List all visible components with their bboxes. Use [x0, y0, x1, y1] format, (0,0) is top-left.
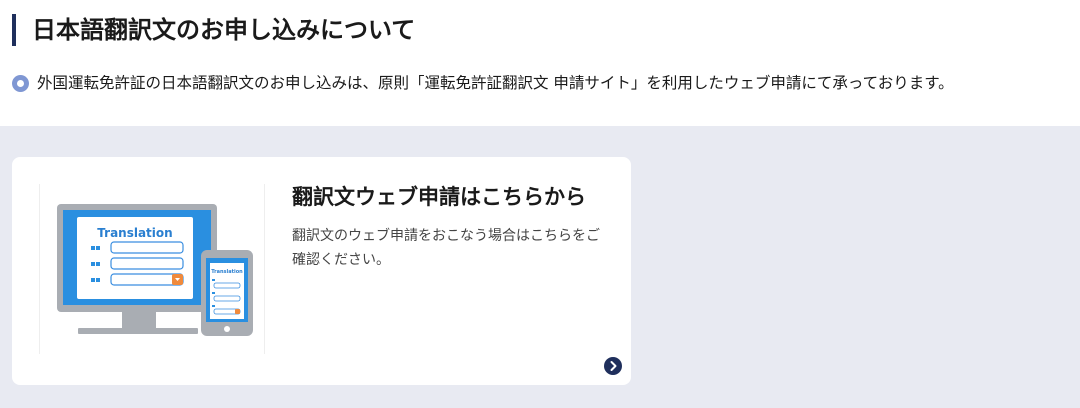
- monitor-label: Translation: [97, 226, 172, 240]
- page-title: 日本語翻訳文のお申し込みについて: [12, 14, 415, 46]
- chevron-right-icon[interactable]: [604, 357, 622, 375]
- phone-label: Translation: [211, 269, 243, 275]
- translation-illustration: Translation Translation: [39, 184, 265, 354]
- bullet-icon: [12, 74, 29, 92]
- card-description: 翻訳文のウェブ申請をおこなう場合はこちらをご確認ください。: [292, 228, 600, 268]
- web-application-card[interactable]: Translation Translation 翻訳文ウェブ申請はこちらから 翻…: [12, 157, 631, 385]
- page-header-section: 日本語翻訳文のお申し込みについて 外国運転免許証の日本語翻訳文のお申し込みは、原…: [0, 0, 1080, 126]
- notice-text: 外国運転免許証の日本語翻訳文のお申し込みは、原則「運転免許証翻訳文 申請サイト」…: [37, 74, 954, 92]
- notice-line: 外国運転免許証の日本語翻訳文のお申し込みは、原則「運転免許証翻訳文 申請サイト」…: [12, 71, 954, 95]
- card-section: Translation Translation 翻訳文ウェブ申請はこちらから 翻…: [0, 126, 1080, 408]
- card-title: 翻訳文ウェブ申請はこちらから: [292, 185, 586, 209]
